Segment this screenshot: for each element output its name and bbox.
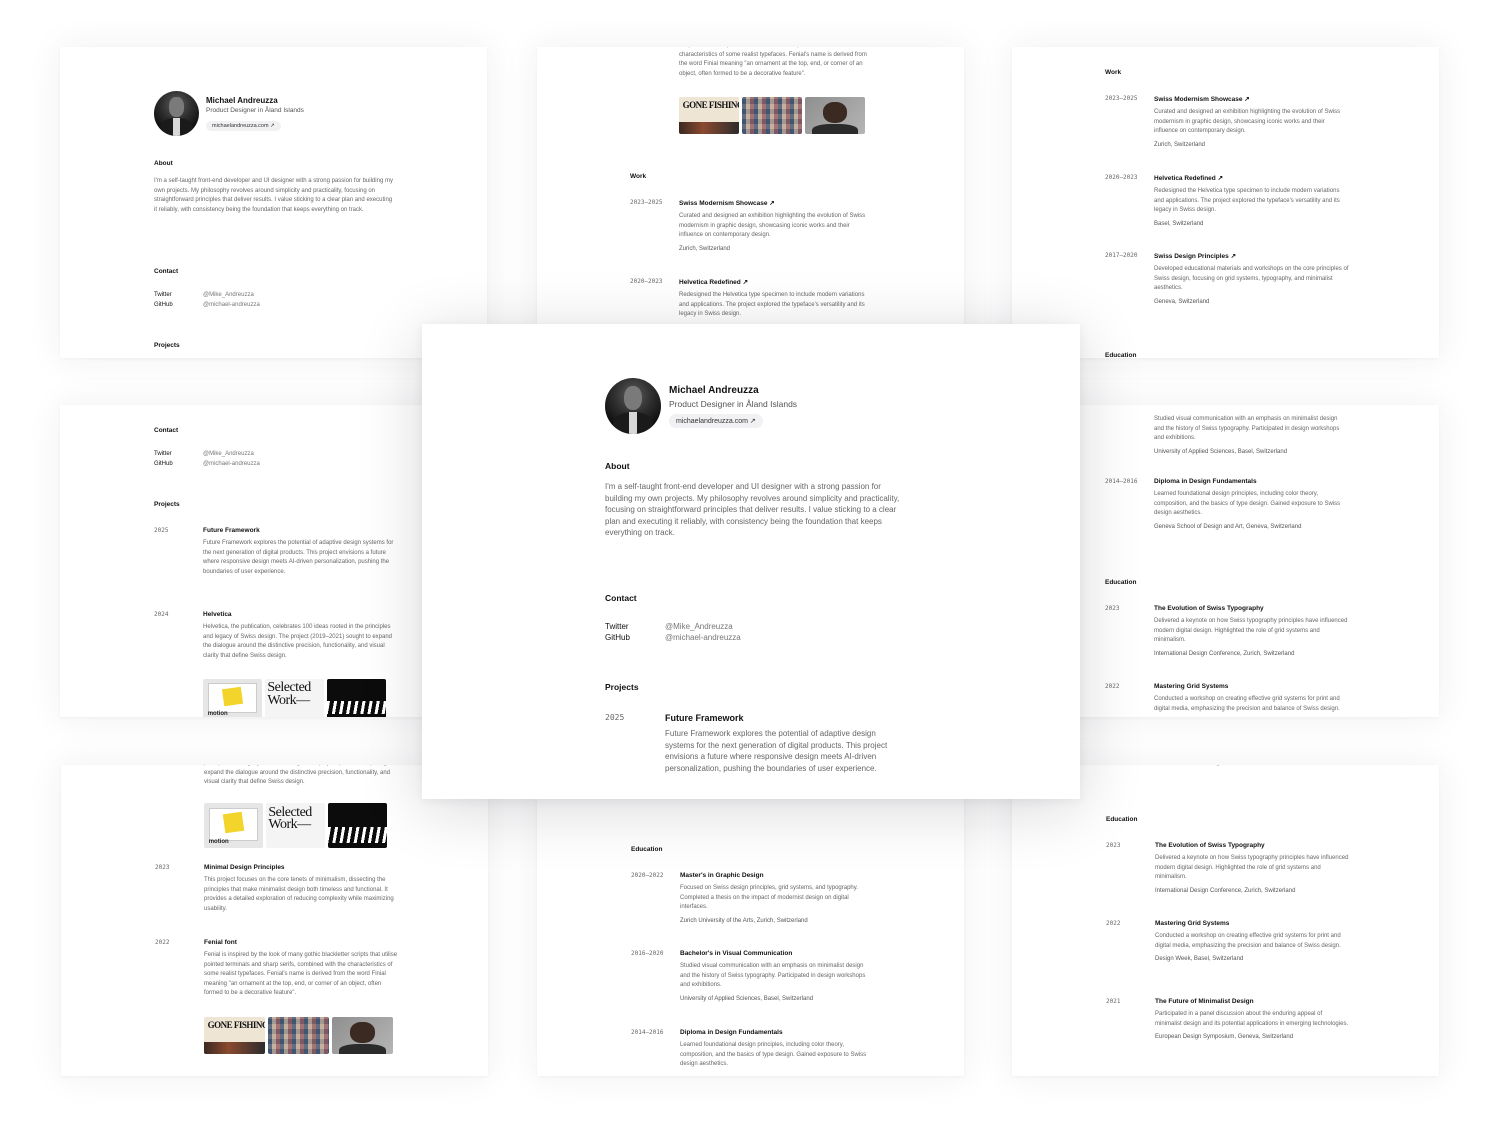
website-link[interactable]: michaelandreuzza.com ↗ (206, 120, 281, 131)
about-text: I'm a self-taught front-end developer an… (154, 178, 393, 213)
project-title[interactable]: Future Framework (203, 527, 398, 534)
education-item: 2014–2016 Diploma in Design Fundamentals… (631, 1029, 867, 1067)
work-title-link[interactable]: Swiss Modernism Showcase ↗ (679, 199, 874, 207)
project-fenial-desc-continued: scripts that utilise pointed terminals a… (679, 47, 868, 77)
work-item: 2020–2023 Helvetica Redefined ↗ Redesign… (1105, 174, 1349, 227)
project-title[interactable]: Fenial font (204, 939, 399, 946)
education-heading: Education (1105, 352, 1137, 358)
project-title[interactable]: Helvetica (203, 611, 398, 618)
gallery-image[interactable] (742, 97, 802, 134)
gallery-image[interactable]: GONE FISHING (204, 1017, 265, 1054)
profile-name: Michael Andreuzza (206, 95, 278, 105)
gallery-image[interactable]: Selected Work— (266, 803, 325, 848)
page-preview-3: Work 2023–2025 Swiss Modernism Showcase … (1012, 47, 1439, 358)
talk-item: 2022 Mastering Grid Systems Conducted a … (1106, 920, 1341, 962)
work-item: 2023–2025 Swiss Modernism Showcase ↗ Cur… (630, 199, 874, 252)
talk-item: 2021 The Future of Minimalist Design Par… (1106, 998, 1349, 1040)
contact-twitter[interactable]: Twitter @Mike_Andreuzza (154, 451, 254, 457)
education-loc-continued: Geneva School of Design and Art, Geneva,… (1155, 765, 1350, 766)
gallery-image[interactable] (328, 803, 387, 848)
gallery-image[interactable] (268, 1017, 329, 1054)
website-link[interactable]: michaelandreuzza.com ↗ (669, 413, 763, 428)
work-title-link[interactable]: Helvetica Redefined ↗ (679, 278, 874, 286)
education-heading: Education (1105, 579, 1137, 586)
contact-heading: Contact (605, 593, 637, 603)
project-helvetica-gallery: motion Selected Work— (203, 679, 386, 717)
gallery-image[interactable]: motion (203, 679, 262, 717)
page-preview-6: principles and legacy of Swiss design. T… (61, 765, 488, 1076)
page-preview-8: Geneva School of Design and Art, Geneva,… (1012, 765, 1439, 1076)
project-helvetica-desc-continued: principles and legacy of Swiss design. T… (204, 765, 399, 785)
project-fenial-gallery: GONE FISHING (679, 97, 865, 134)
about-heading: About (605, 461, 630, 471)
work-heading: Work (1105, 69, 1122, 76)
education-item: 2020–2022 Master's in Graphic Design Foc… (631, 872, 858, 924)
about-heading: About (154, 160, 173, 167)
contact-github[interactable]: GitHub @michael-andreuzza (154, 302, 260, 308)
project-item: 2025 Future Framework Future Framework e… (154, 527, 398, 577)
projects-heading: Projects (154, 501, 180, 508)
page-preview-2: scripts that utilise pointed terminals a… (537, 47, 964, 358)
contact-twitter[interactable]: Twitter @Mike_Andreuzza (154, 292, 254, 298)
talk-item: 2022 Mastering Grid Systems Conducted a … (1105, 683, 1340, 712)
page-preview-main: Michael Andreuzza Product Designer in Ål… (422, 324, 1080, 799)
gallery-image[interactable] (327, 679, 386, 717)
gallery-image[interactable]: Selected Work— (265, 679, 324, 717)
contact-heading: Contact (154, 268, 179, 275)
work-title-link[interactable]: Swiss Modernism Showcase ↗ (1154, 95, 1349, 103)
project-fenial-gallery: GONE FISHING (204, 1017, 393, 1054)
education-item: 2016–2020 Bachelor's in Visual Communica… (631, 950, 866, 1002)
profile-name: Michael Andreuzza (669, 384, 759, 396)
project-title[interactable]: Future Framework (665, 713, 897, 723)
contact-github[interactable]: GitHub @michael-andreuzza (154, 461, 260, 467)
page-preview-1: Michael Andreuzza Product Designer in Ål… (60, 47, 487, 358)
projects-heading: Projects (605, 682, 639, 692)
gallery-image[interactable] (332, 1017, 393, 1054)
profile-role: Product Designer in Åland Islands (206, 106, 304, 114)
education-heading: Education (631, 846, 663, 853)
contact-heading: Contact (154, 427, 179, 434)
profile-role: Product Designer in Åland Islands (669, 398, 798, 409)
work-item: 2023–2025 Swiss Modernism Showcase ↗ Cur… (1105, 95, 1349, 148)
gallery-image[interactable]: GONE FISHING (679, 97, 739, 134)
project-item: 2024 Helvetica Helvetica, the publicatio… (154, 611, 398, 661)
work-heading: Work (630, 173, 647, 180)
project-helvetica-gallery: motion Selected Work— (204, 803, 387, 848)
projects-heading: Projects (154, 342, 180, 349)
contact-twitter[interactable]: Twitter @Mike_Andreuzza (605, 622, 733, 631)
gallery-image[interactable] (805, 97, 865, 134)
avatar (154, 91, 199, 136)
profile-header: Michael Andreuzza Product Designer in Ål… (154, 91, 304, 136)
project-item: 2022 Fenial font Fenial is inspired by t… (155, 939, 399, 996)
avatar (605, 378, 661, 434)
work-title-link[interactable]: Swiss Design Principles ↗ (1154, 252, 1349, 260)
contact-github[interactable]: GitHub @michael-andreuzza (605, 633, 741, 642)
talks-heading: Education (1106, 816, 1138, 823)
project-title[interactable]: Minimal Design Principles (204, 864, 399, 871)
project-item: 2023 Minimal Design Principles This proj… (155, 864, 399, 914)
education-item: 2014–2016 Diploma in Design Fundamentals… (1105, 478, 1341, 530)
gallery-image[interactable]: motion (204, 803, 263, 848)
project-item: 2025 Future Framework Future Framework e… (605, 713, 897, 774)
work-item: 2017–2020 Swiss Design Principles ↗ Deve… (1105, 252, 1349, 305)
profile-header: Michael Andreuzza Product Designer in Ål… (605, 378, 797, 434)
talk-item: 2023 The Evolution of Swiss Typography D… (1106, 842, 1349, 894)
work-item: 2020–2023 Helvetica Redefined ↗ Redesign… (630, 278, 874, 320)
work-title-link[interactable]: Helvetica Redefined ↗ (1154, 174, 1349, 182)
page-preview-7: Education 2020–2022 Master's in Graphic … (537, 765, 964, 1076)
talk-item: 2023 The Evolution of Swiss Typography D… (1105, 605, 1348, 657)
about-text: I'm a self-taught front-end developer an… (605, 482, 900, 537)
education-item: Studied visual communication with an emp… (1154, 416, 1340, 455)
